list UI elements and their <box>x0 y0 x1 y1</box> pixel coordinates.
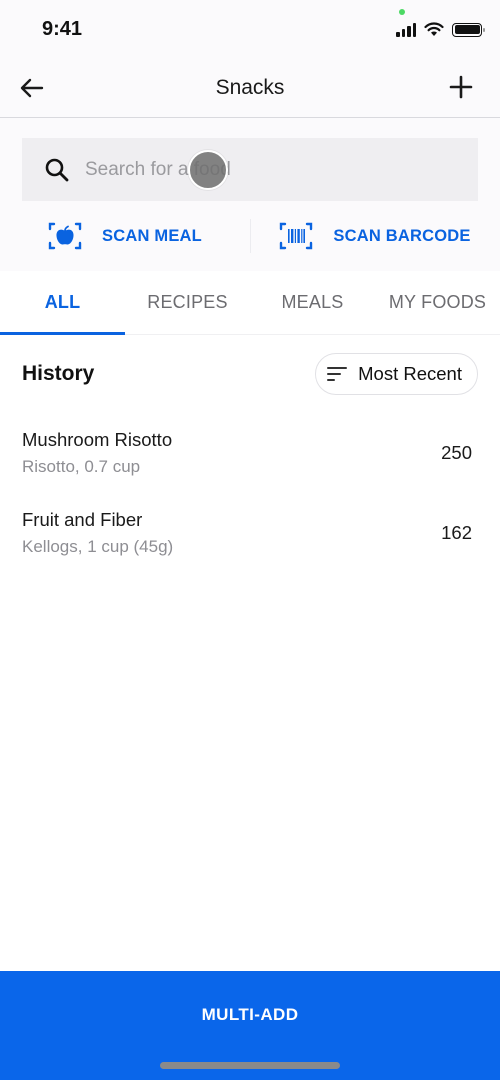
battery-level <box>454 25 480 34</box>
food-description: Risotto, 0.7 cup <box>22 457 141 476</box>
list-item[interactable]: Mushroom Risotto Risotto, 0.7 cup 250 <box>22 413 478 493</box>
sort-button[interactable]: Most Recent <box>315 353 478 395</box>
cellular-signal-icon <box>396 22 416 37</box>
wifi-icon <box>424 22 444 36</box>
top-area: 9:41 Snacks Search for a food SCAN MEAL … <box>0 0 500 271</box>
filter-tabs: ALL RECIPES MEALS MY FOODS <box>0 271 500 335</box>
food-description: Kellogs, 1 cup (45g) <box>22 537 174 556</box>
scan-meal-button[interactable]: SCAN MEAL <box>0 221 250 251</box>
touch-indicator <box>188 150 228 190</box>
food-calories: 250 <box>441 442 472 463</box>
scan-barcode-button[interactable]: SCAN BARCODE <box>250 221 500 251</box>
status-bar: 9:41 <box>0 0 500 58</box>
barcode-scan-icon <box>280 222 313 250</box>
status-time: 9:41 <box>42 18 83 40</box>
food-name: Fruit and Fiber <box>22 509 143 530</box>
history-header: History Most Recent <box>0 335 500 413</box>
battery-icon <box>452 22 485 37</box>
food-name: Mushroom Risotto <box>22 429 173 450</box>
search-input[interactable] <box>85 158 445 181</box>
search-box[interactable] <box>22 138 478 201</box>
nav-bar: Snacks <box>0 58 500 118</box>
privacy-indicator-dot <box>399 9 405 15</box>
food-info: Mushroom Risotto Risotto, 0.7 cup <box>22 429 172 477</box>
tab-all[interactable]: ALL <box>0 271 125 335</box>
scan-barcode-label: SCAN BARCODE <box>333 226 471 245</box>
history-title: History <box>22 362 95 385</box>
status-icons <box>396 22 485 37</box>
scan-meal-label: SCAN MEAL <box>102 226 202 245</box>
multi-add-label: MULTI-ADD <box>201 1005 299 1024</box>
tab-recipes[interactable]: RECIPES <box>125 271 250 334</box>
search-icon <box>45 158 69 181</box>
sort-label: Most Recent <box>358 363 462 384</box>
plus-icon[interactable] <box>448 74 474 100</box>
tab-my-foods[interactable]: MY FOODS <box>375 271 500 334</box>
tab-meals[interactable]: MEALS <box>250 271 375 334</box>
apple-scan-icon <box>48 222 82 250</box>
history-list: Mushroom Risotto Risotto, 0.7 cup 250 Fr… <box>0 413 500 573</box>
food-calories: 162 <box>441 522 472 543</box>
home-indicator[interactable] <box>160 1062 340 1069</box>
food-info: Fruit and Fiber Kellogs, 1 cup (45g) <box>22 509 173 557</box>
scan-row: SCAN MEAL SCAN BARCODE <box>0 201 500 271</box>
page-title: Snacks <box>215 76 285 99</box>
scan-divider <box>250 219 251 253</box>
search-section <box>0 118 500 201</box>
sort-lines-icon <box>327 367 348 381</box>
list-item[interactable]: Fruit and Fiber Kellogs, 1 cup (45g) 162 <box>22 493 478 573</box>
